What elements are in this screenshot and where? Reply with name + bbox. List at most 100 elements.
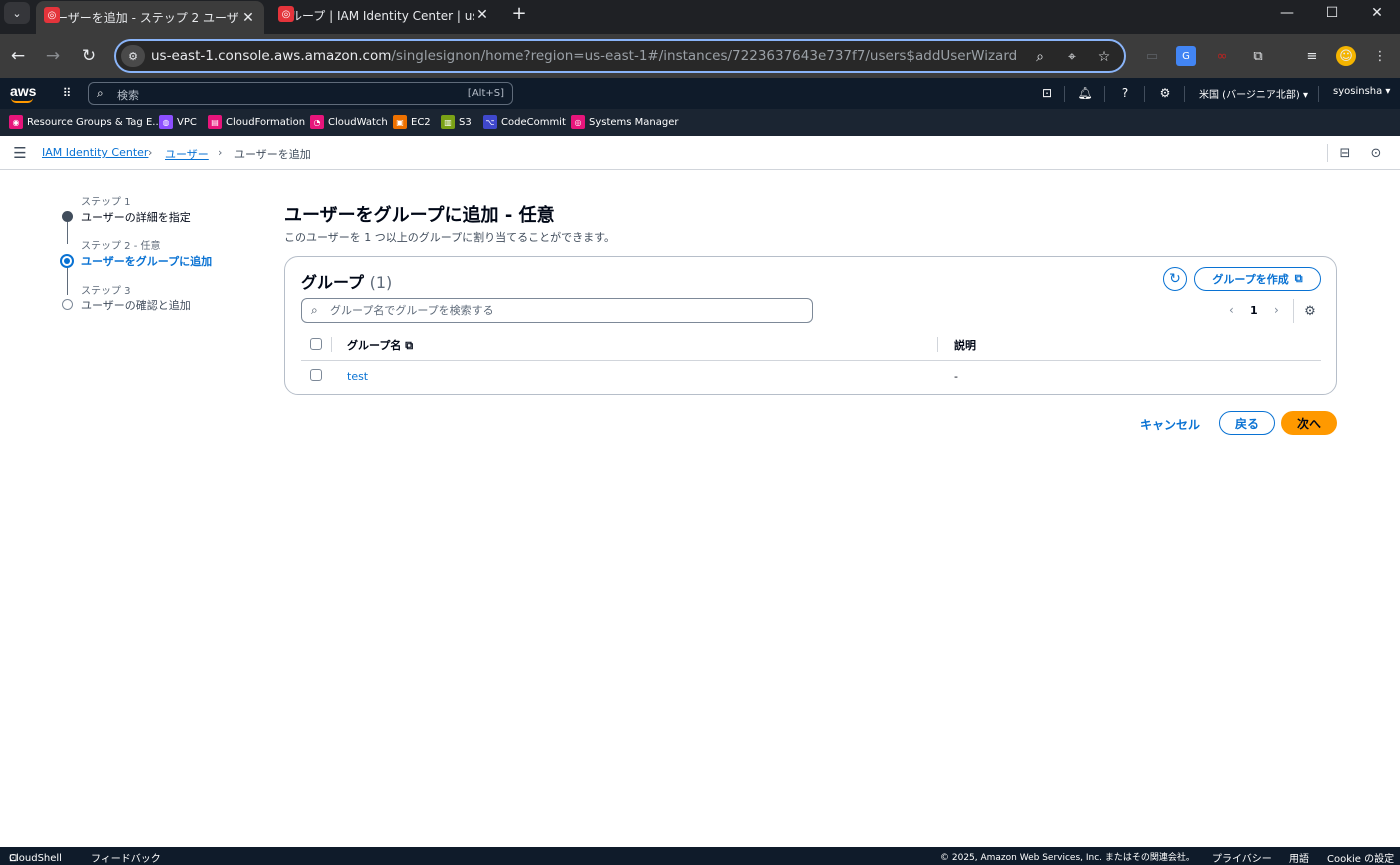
browser-tab[interactable]: ◎ グループ | IAM Identity Center | us ✕ [270,0,498,30]
step-label: ステップ 3 [81,286,131,297]
cloudshell-icon[interactable]: ⊡ [1038,84,1056,102]
pagination-next-icon[interactable]: › [1274,303,1279,317]
column-divider [331,337,332,352]
step-name: ユーザーの確認と追加 [81,299,191,312]
aws-smile-icon [11,98,33,103]
window-maximize-icon[interactable]: ☐ [1309,0,1355,26]
pagination-previous-icon[interactable]: ‹ [1229,303,1234,317]
favorite-systems-manager[interactable]: ◎ Systems Manager [571,115,679,129]
profile-avatar[interactable]: ☺ [1336,46,1356,66]
new-tab-plus-icon[interactable]: + [508,2,530,24]
search-shortcut: [Alt+S] [467,88,504,99]
favorite-ec2[interactable]: ▣ EC2 [393,115,431,129]
divider [1327,144,1328,162]
tab-search-chevron-icon[interactable]: ⌄ [4,2,30,24]
aws-iam-identity-center-favicon-icon: ◎ [278,6,294,22]
page-title: ユーザーをグループに追加 - 任意 [284,205,555,226]
groups-heading: グループ (1) [301,273,393,292]
address-url[interactable]: us-east-1.console.aws.amazon.com/singles… [151,48,1017,64]
cookie-settings-link[interactable]: Cookie の設定 [1327,850,1394,865]
breadcrumb-users[interactable]: ユーザー [165,146,209,162]
aws-logo[interactable]: aws [10,83,36,103]
search-placeholder: 検索 [117,89,139,102]
site-info-tune-icon[interactable]: ⚙ [121,45,145,67]
browser-tab-strip: ⌄ ◎ ユーザーを追加 - ステップ 2 ユーザー ✕ ◎ グループ | IAM… [0,0,1400,34]
extension-icon[interactable]: ▭ [1142,46,1162,66]
refresh-button[interactable]: ↻ [1163,267,1187,291]
notifications-bell-icon[interactable]: 🔔︎ [1076,84,1094,102]
browser-tab-active[interactable]: ◎ ユーザーを追加 - ステップ 2 ユーザー ✕ [36,1,264,34]
tab-title: グループ | IAM Identity Center | us [278,8,474,23]
row-checkbox[interactable] [310,369,322,381]
ec2-icon: ▣ [393,115,407,129]
forward-arrow-icon[interactable]: → [39,42,67,70]
unified-search[interactable]: ⌕ 検索 [Alt+S] [88,82,513,105]
divider [1318,86,1319,102]
zoom-icon[interactable]: ⌕ [1030,47,1050,67]
browser-toolbar: ← → ↻ ⚙ us-east-1.console.aws.amazon.com… [0,34,1400,78]
resource-groups-icon: ◉ [9,115,23,129]
pagination-current-page[interactable]: 1 [1250,304,1258,317]
step-complete-dot-icon [62,211,73,222]
terms-link[interactable]: 用語 [1289,850,1309,865]
window-minimize-icon[interactable]: — [1264,0,1310,26]
services-grid-icon[interactable]: ⠿ [60,86,74,100]
group-search-field[interactable]: ⌕ [301,298,813,323]
tab-title: ユーザーを追加 - ステップ 2 ユーザー [44,11,240,25]
info-panel-icon[interactable]: ⊟ [1337,145,1353,161]
favorite-s3[interactable]: ▥ S3 [441,115,472,129]
select-all-checkbox[interactable] [310,338,322,350]
aws-iam-identity-center-favicon-icon: ◎ [44,7,60,23]
create-group-button[interactable]: グループを作成 ⧉ [1194,267,1321,291]
reload-icon[interactable]: ↻ [75,42,103,70]
step-connector [67,267,68,295]
feedback-link[interactable]: フィードバック [91,850,161,865]
favorite-codecommit[interactable]: ⌥ CodeCommit [483,115,566,129]
back-button[interactable]: 戻る [1219,411,1275,435]
next-button[interactable]: 次へ [1281,411,1337,435]
chrome-menu-kebab-icon[interactable]: ⋮ [1370,46,1390,66]
help-icon[interactable]: ? [1116,84,1134,102]
side-navigation-menu-icon[interactable]: ☰ [12,144,28,162]
search-icon: ⌕ [97,86,104,100]
codecommit-icon: ⌥ [483,115,497,129]
group-search-input[interactable] [330,302,800,319]
favorite-vpc[interactable]: ◍ VPC [159,115,197,129]
bookmark-star-icon[interactable]: ☆ [1094,47,1114,67]
groups-table-container: グループ (1) ↻ グループを作成 ⧉ ⌕ ‹ 1 › ⚙ グループ名 ⧉ 説… [284,256,1337,395]
step-current-radio-icon [60,254,74,268]
region-selector[interactable]: 米国 (バージニア北部) ▾ [1199,86,1308,101]
group-name-link[interactable]: test [347,370,368,383]
breadcrumb-chevron-icon: › [148,146,153,159]
favorite-resource-groups[interactable]: ◉ Resource Groups & Tag E... [9,115,162,129]
translate-extension-icon[interactable]: G [1176,46,1196,66]
breadcrumb-bar: ☰ IAM Identity Center › ユーザー › ユーザーを追加 ⊟… [0,136,1400,170]
cancel-button[interactable]: キャンセル [1140,416,1200,433]
tab-close-icon[interactable]: ✕ [474,7,490,23]
media-control-icon[interactable]: ≡ [1302,46,1322,66]
step-name: ユーザーをグループに追加 [81,255,213,268]
link-extension-icon[interactable]: ∞ [1212,46,1232,66]
column-header-group-name[interactable]: グループ名 ⧉ [347,337,413,353]
copyright-text: © 2025, Amazon Web Services, Inc. またはその関… [940,853,1195,863]
tools-panel-icon[interactable]: ⊙ [1368,145,1384,161]
favorite-cloudwatch[interactable]: ◔ CloudWatch [310,115,388,129]
breadcrumb-chevron-icon: › [218,146,223,159]
address-bar[interactable]: ⚙ us-east-1.console.aws.amazon.com/singl… [114,39,1126,73]
breadcrumb-iam-identity-center[interactable]: IAM Identity Center [42,146,148,159]
back-arrow-icon[interactable]: ← [4,42,32,70]
column-header-description[interactable]: 説明 [954,337,976,353]
favorite-cloudformation[interactable]: ▤ CloudFormation [208,115,305,129]
console-footer: ⊡ CloudShell フィードバック © 2025, Amazon Web … [0,847,1400,865]
window-close-icon[interactable]: ✕ [1354,0,1400,26]
extensions-puzzle-icon[interactable]: ⧉ [1248,46,1268,66]
settings-gear-icon[interactable]: ⚙ [1156,84,1174,102]
step-connector [67,222,68,244]
account-menu[interactable]: syosinsha ▾ [1333,86,1390,97]
tab-close-icon[interactable]: ✕ [240,10,256,26]
privacy-link[interactable]: プライバシー [1212,850,1272,865]
table-preferences-gear-icon[interactable]: ⚙ [1301,302,1319,320]
location-pin-icon[interactable]: ⌖ [1062,47,1082,67]
create-group-label: グループを作成 [1212,273,1289,286]
column-divider [937,337,938,352]
